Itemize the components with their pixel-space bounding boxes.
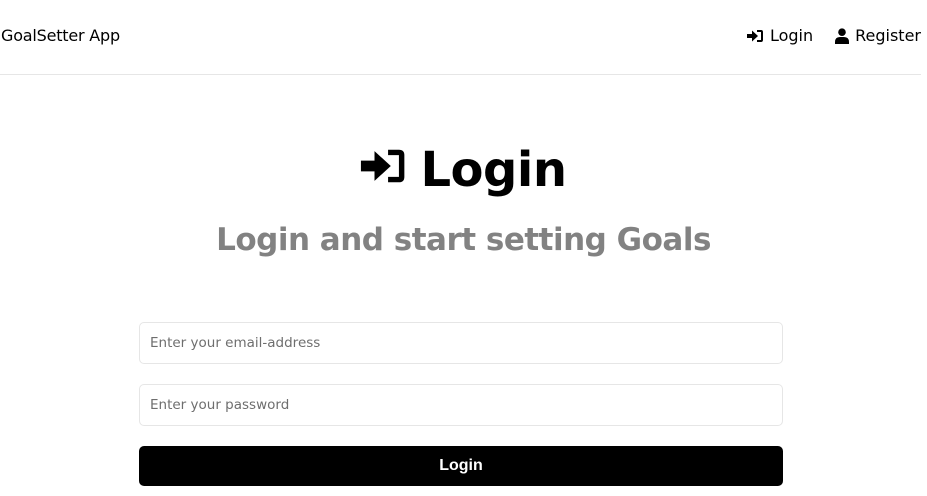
nav-register-label: Register — [855, 26, 921, 45]
page-subtitle: Login and start setting Goals — [216, 222, 711, 258]
login-button[interactable]: Login — [139, 446, 783, 486]
nav-login-link[interactable]: Login — [746, 26, 814, 45]
brand-link[interactable]: GoalSetter App — [1, 26, 120, 45]
user-icon — [835, 27, 850, 44]
main-nav: Login Register — [725, 26, 921, 45]
sign-in-icon — [746, 29, 764, 43]
site-header: GoalSetter App Login Register — [0, 0, 921, 75]
nav-login-label: Login — [769, 26, 814, 45]
email-input[interactable] — [139, 322, 783, 364]
sign-in-icon — [360, 147, 408, 185]
password-input[interactable] — [139, 384, 783, 426]
page-title: Login — [420, 142, 567, 198]
page-heading: Login — [0, 140, 927, 200]
nav-register-link[interactable]: Register — [835, 26, 921, 45]
